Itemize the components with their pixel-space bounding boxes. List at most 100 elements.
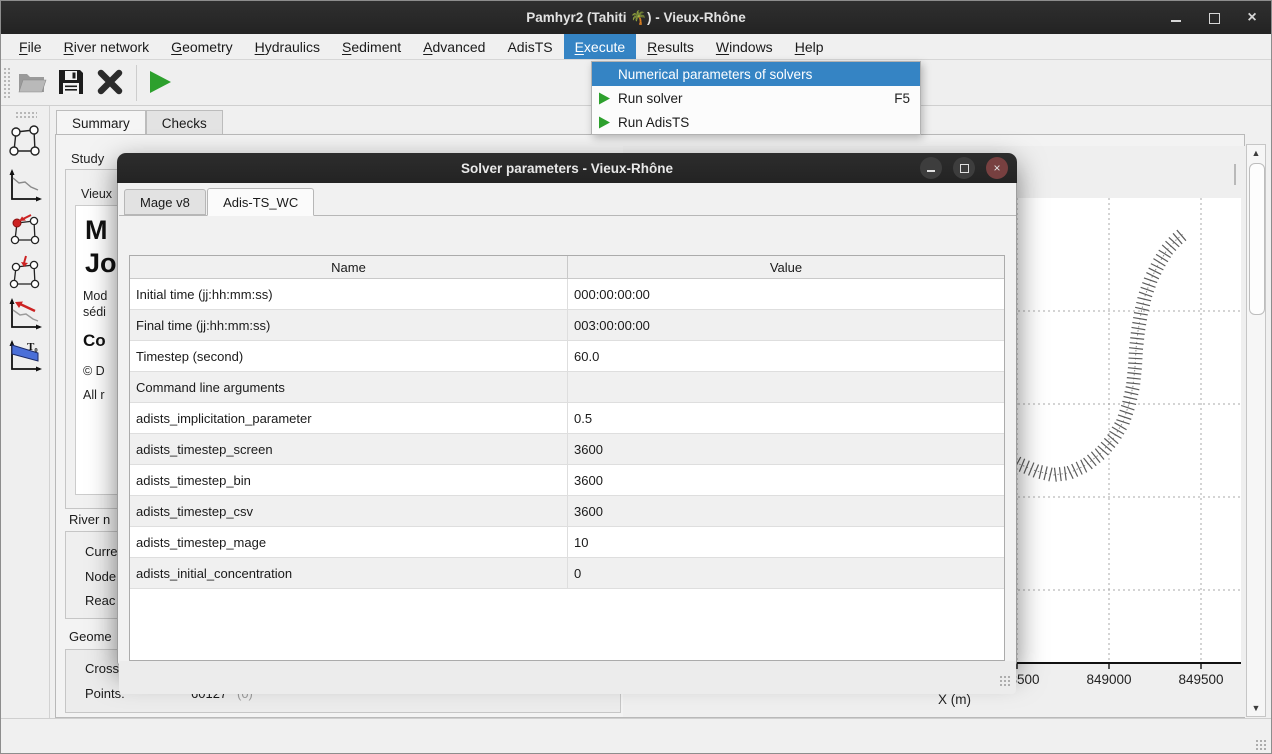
dialog-minimize-icon[interactable] [920,157,942,179]
param-name-cell[interactable]: Initial time (jj:hh:mm:ss) [130,279,568,309]
table-row[interactable]: Initial time (jj:hh:mm:ss)000:00:00:00 [130,279,1004,310]
run-play-icon[interactable] [143,65,177,99]
x-tick-label: 849000 [1067,672,1151,687]
menu-advanced[interactable]: Advanced [412,34,496,59]
vertical-scrollbar[interactable]: ▲ ▼ [1246,144,1266,717]
param-name-cell[interactable]: adists_timestep_bin [130,465,568,495]
river-network-icon[interactable] [7,124,43,160]
param-value-cell[interactable]: 10 [568,527,1004,557]
window-titlebar[interactable]: Pamhyr2 (Tahiti 🌴) - Vieux-Rhône × [1,1,1271,34]
param-name-cell[interactable]: Final time (jj:hh:mm:ss) [130,310,568,340]
menu-geometry[interactable]: Geometry [160,34,243,59]
table-row[interactable]: adists_initial_concentration0 [130,558,1004,589]
minimize-icon[interactable] [1169,11,1183,25]
menu-results[interactable]: Results [636,34,705,59]
dialog-titlebar[interactable]: Solver parameters - Vieux-Rhône [117,153,1017,183]
edit-reach-icon[interactable] [7,254,43,290]
dialog-tab-mage-v8[interactable]: Mage v8 [124,189,206,215]
param-value-cell[interactable]: 003:00:00:00 [568,310,1004,340]
menu-execute[interactable]: Execute [564,34,637,59]
geometry-label: Geome [69,629,112,644]
dialog-maximize-icon[interactable] [953,157,975,179]
main-tab-bar: SummaryChecks [56,110,223,135]
table-header: NameValue [130,256,1004,279]
nodes-label: Node [85,569,116,584]
param-name-cell[interactable]: adists_initial_concentration [130,558,568,588]
play-icon [598,90,614,106]
table-row[interactable]: Command line arguments [130,372,1004,403]
table-row[interactable]: adists_implicitation_parameter0.5 [130,403,1004,434]
table-row[interactable]: adists_timestep_mage10 [130,527,1004,558]
column-header-value[interactable]: Value [568,256,1004,278]
menu-item-numerical-parameters-of-solvers[interactable]: Numerical parameters of solvers [592,62,920,86]
window-controls: × [1169,1,1259,34]
menu-river-network[interactable]: River network [53,34,161,59]
reverse-profile-icon[interactable] [7,296,43,332]
param-name-cell[interactable]: adists_timestep_mage [130,527,568,557]
window-resize-grip[interactable] [1255,739,1268,752]
x-tick-label: 849500 [1159,672,1243,687]
solver-parameters-dialog: Solver parameters - Vieux-Rhône × Mage v… [117,153,1017,666]
scrollbar-thumb[interactable] [1249,163,1265,315]
param-name-cell[interactable]: adists_timestep_screen [130,434,568,464]
table-row[interactable]: adists_timestep_screen3600 [130,434,1004,465]
parameters-table: NameValueInitial time (jj:hh:mm:ss)000:0… [129,255,1005,661]
menu-sediment[interactable]: Sediment [331,34,412,59]
menu-item-label: Numerical parameters of solvers [618,67,812,82]
save-floppy-icon [57,68,85,96]
tab-summary[interactable]: Summary [56,110,146,135]
study-heading2: Co [83,331,106,351]
svg-text:T₀: T₀ [27,341,38,353]
initial-condition-t0-icon[interactable]: T₀ [7,338,43,374]
scroll-up-icon[interactable]: ▲ [1247,145,1265,161]
menu-item-run-adists[interactable]: Run AdisTS [592,110,920,134]
study-desc-line1: Mod [83,289,107,303]
param-name-cell[interactable]: Command line arguments [130,372,568,402]
menu-help[interactable]: Help [784,34,835,59]
param-value-cell[interactable] [568,372,1004,402]
menu-file[interactable]: File [8,34,53,59]
column-header-name[interactable]: Name [130,256,568,278]
current-reach-label: Curre [85,544,118,559]
sidebar-drag-handle[interactable] [15,111,37,119]
table-row[interactable]: Final time (jj:hh:mm:ss)003:00:00:00 [130,310,1004,341]
param-value-cell[interactable]: 60.0 [568,341,1004,371]
param-value-cell[interactable]: 3600 [568,496,1004,526]
close-icon[interactable]: × [1245,11,1259,25]
open-folder-icon[interactable] [15,65,49,99]
maximize-icon[interactable] [1207,11,1221,25]
toolbar-separator [136,65,137,101]
param-value-cell[interactable]: 0.5 [568,403,1004,433]
dialog-close-icon[interactable]: × [986,157,1008,179]
table-row[interactable]: Timestep (second)60.0 [130,341,1004,372]
edit-node-icon[interactable] [7,211,43,247]
splitter-handle[interactable] [1234,164,1236,185]
tab-checks[interactable]: Checks [146,110,223,135]
param-value-cell[interactable]: 3600 [568,465,1004,495]
dialog-tab-adis-ts-wc[interactable]: Adis-TS_WC [207,188,314,216]
menu-windows[interactable]: Windows [705,34,784,59]
profile-plot-icon[interactable] [7,168,43,204]
toolbar-drag-handle[interactable] [3,67,12,99]
menu-item-run-solver[interactable]: Run solverF5 [592,86,920,110]
x-axis-label: X (m) [668,692,1241,707]
table-row[interactable]: adists_timestep_bin3600 [130,465,1004,496]
window-title: Pamhyr2 (Tahiti 🌴) - Vieux-Rhône [526,10,746,26]
dialog-resize-grip[interactable] [999,675,1012,688]
table-row[interactable]: adists_timestep_csv3600 [130,496,1004,527]
scroll-down-icon[interactable]: ▼ [1247,700,1265,716]
menu-hydraulics[interactable]: Hydraulics [244,34,331,59]
param-value-cell[interactable]: 3600 [568,434,1004,464]
dialog-bottom-strip [119,661,1016,694]
save-floppy-icon[interactable] [54,65,88,99]
study-rights: All r [83,388,105,402]
menu-item-shortcut: F5 [894,91,910,106]
param-value-cell[interactable]: 0 [568,558,1004,588]
param-value-cell[interactable]: 000:00:00:00 [568,279,1004,309]
delete-x-icon[interactable] [93,65,127,99]
param-name-cell[interactable]: adists_timestep_csv [130,496,568,526]
study-desc-line2: sédi [83,305,106,319]
menu-adists[interactable]: AdisTS [496,34,563,59]
param-name-cell[interactable]: adists_implicitation_parameter [130,403,568,433]
param-name-cell[interactable]: Timestep (second) [130,341,568,371]
